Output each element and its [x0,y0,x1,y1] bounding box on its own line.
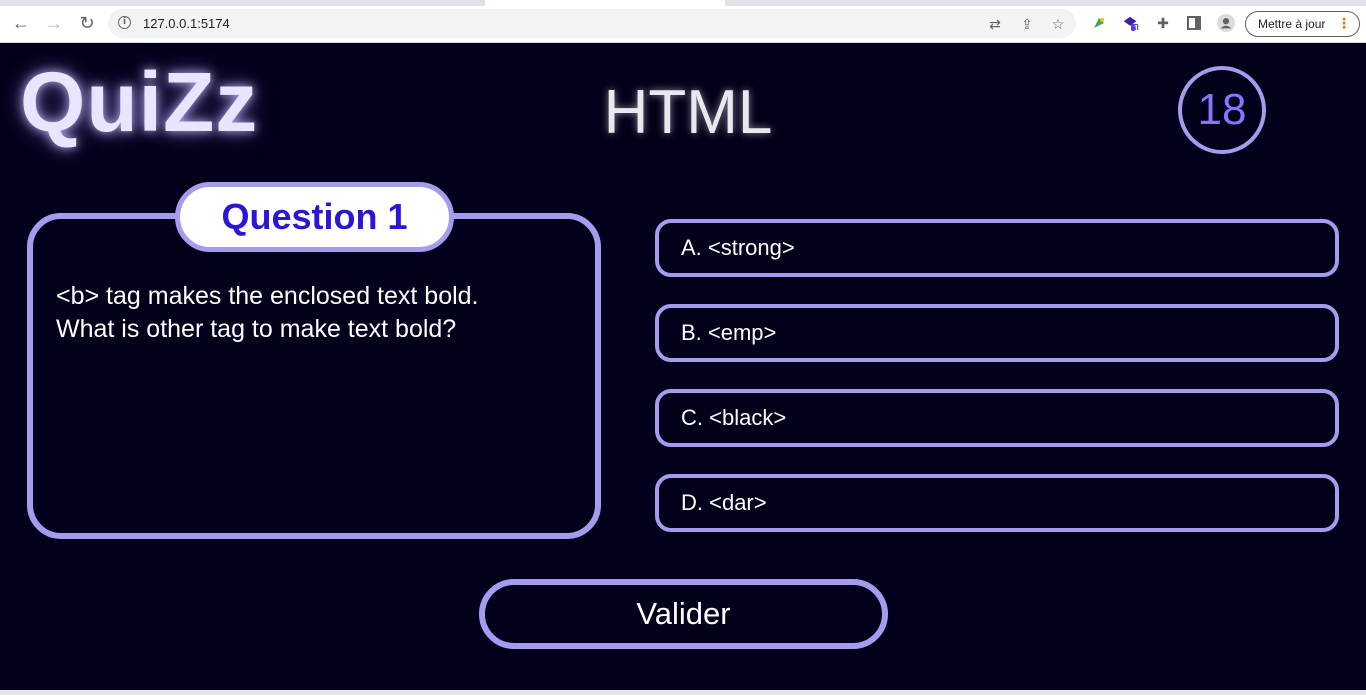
share-icon[interactable]: ⇪ [1018,15,1036,33]
timer-value: 18 [1197,85,1247,134]
active-tab[interactable] [485,0,725,6]
extensions-puzzle-icon[interactable]: ✚ [1154,14,1172,32]
tab-strip [0,0,1366,6]
extension-colorful-icon[interactable] [1090,14,1108,32]
address-bar[interactable]: i 127.0.0.1:5174 ⇄ ⇪ ☆ [108,9,1076,38]
site-info-icon[interactable]: i [118,16,131,29]
question-line-2: What is other tag to make text bold? [56,315,457,343]
window-bottom-edge [0,690,1366,695]
forward-arrow-icon[interactable]: → [44,13,64,33]
back-arrow-icon[interactable]: ← [11,13,31,33]
quiz-topic-title: HTML [603,78,773,147]
browser-toolbar: ← → ↻ i 127.0.0.1:5174 ⇄ ⇪ ☆ 1 ✚ Mettre … [0,0,1366,43]
countdown-timer: 18 [1178,66,1266,154]
update-button-label: Mettre à jour [1258,17,1326,31]
answer-option-d[interactable]: D. <dar> [655,474,1339,532]
question-number-label: Question 1 [175,182,454,252]
url-text[interactable]: 127.0.0.1:5174 [143,16,230,31]
question-text: <b> tag makes the enclosed text bold. Wh… [56,280,576,346]
bookmark-star-icon[interactable]: ☆ [1049,15,1067,33]
answer-option-a[interactable]: A. <strong> [655,219,1339,277]
reload-icon[interactable]: ↻ [77,13,97,33]
profile-icon[interactable] [1217,14,1235,32]
extension-badge-icon[interactable]: 1 [1122,14,1140,33]
menu-dots-icon[interactable]: ⋮ [1337,15,1351,32]
translate-icon[interactable]: ⇄ [986,15,1004,33]
update-browser-button[interactable]: Mettre à jour ⋮ [1245,11,1360,37]
extension-badge-count: 1 [1134,24,1139,33]
answer-option-b[interactable]: B. <emp> [655,304,1339,362]
validate-button[interactable]: Valider [479,579,888,649]
question-panel [27,213,601,539]
side-panel-icon[interactable] [1185,14,1203,32]
answer-option-c[interactable]: C. <black> [655,389,1339,447]
question-line-1: <b> tag makes the enclosed text bold. [56,282,479,310]
